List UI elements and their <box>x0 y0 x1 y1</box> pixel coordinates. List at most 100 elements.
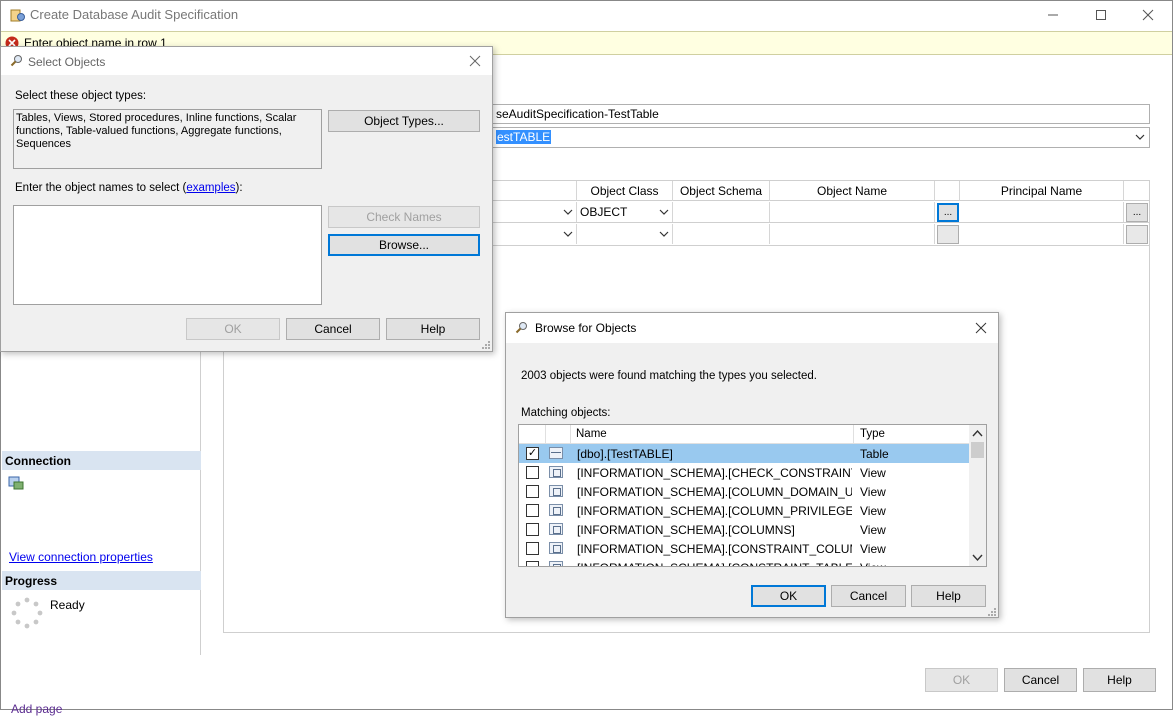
object-name-browse-button[interactable] <box>937 225 959 244</box>
list-item[interactable]: ✓ [dbo].[TestTABLE] Table <box>519 444 969 463</box>
grid-cell-object-class[interactable]: OBJECT <box>577 202 673 222</box>
close-icon[interactable] <box>469 55 483 69</box>
connection-section-header: Connection <box>2 451 201 470</box>
principal-browse-button[interactable] <box>1126 225 1148 244</box>
left-panel: Connection View connection properties Pr… <box>2 351 201 655</box>
list-header-type[interactable]: Type <box>854 425 969 444</box>
grid-cell-action[interactable] <box>482 202 577 222</box>
list-item-checkbox[interactable] <box>526 523 539 536</box>
object-class-value: OBJECT <box>580 205 628 219</box>
view-icon <box>549 504 563 516</box>
list-item[interactable]: [INFORMATION_SCHEMA].[CONSTRAINT_TABLE..… <box>519 558 969 566</box>
grid-row: OBJECT ... ... <box>482 202 1149 223</box>
browse-help-button[interactable]: Help <box>911 585 986 607</box>
examples-link[interactable]: examples <box>186 182 235 194</box>
object-names-label-suffix: ): <box>235 182 243 194</box>
main-title-bar: Create Database Audit Specification <box>1 1 1172 29</box>
view-icon <box>549 523 563 535</box>
object-types-value: Tables, Views, Stored procedures, Inline… <box>16 112 297 150</box>
list-item-name: [INFORMATION_SCHEMA].[CONSTRAINT_COLUM..… <box>577 542 852 556</box>
name-field[interactable]: seAuditSpecification-TestTable <box>481 104 1150 124</box>
grid-cell-object-schema[interactable] <box>673 224 770 244</box>
object-name-browse-button[interactable]: ... <box>937 203 959 222</box>
list-item-checkbox[interactable] <box>526 504 539 517</box>
grid-header-row: Object Class Object Schema Object Name P… <box>482 181 1149 201</box>
table-icon <box>549 447 563 459</box>
matching-objects-label: Matching objects: <box>521 407 611 419</box>
maximize-icon[interactable] <box>1089 5 1113 25</box>
grid-cell-object-schema[interactable] <box>673 202 770 222</box>
grid-header-principal-name: Principal Name <box>960 181 1124 201</box>
main-ok-button[interactable]: OK <box>925 668 998 692</box>
main-cancel-button[interactable]: Cancel <box>1004 668 1077 692</box>
scroll-up-icon[interactable] <box>971 427 984 440</box>
close-icon[interactable] <box>975 322 989 336</box>
list-item-type: View <box>860 485 886 499</box>
progress-header-label: Progress <box>5 574 58 588</box>
scroll-down-icon[interactable] <box>971 551 984 564</box>
view-connection-properties-link[interactable]: View connection properties <box>9 550 153 564</box>
browse-objects-title: Browse for Objects <box>535 321 637 335</box>
audit-dropdown-value: estTABLE <box>496 130 552 144</box>
list-item-checkbox[interactable] <box>526 466 539 479</box>
chevron-down-icon <box>560 224 576 244</box>
list-header-name[interactable]: Name <box>571 425 854 444</box>
resize-grip-icon[interactable] <box>987 606 997 616</box>
list-item-checkbox[interactable] <box>526 561 539 566</box>
matching-objects-list[interactable]: Name Type ✓ [dbo].[TestTABLE] Table [INFORM… <box>518 424 987 567</box>
list-item[interactable]: [INFORMATION_SCHEMA].[COLUMNS] View <box>519 520 969 539</box>
progress-section-header: Progress <box>2 571 201 590</box>
select-objects-title-bar: Select Objects <box>1 47 492 75</box>
resize-grip-icon[interactable] <box>481 339 491 349</box>
list-item-type: View <box>860 523 886 537</box>
browse-button[interactable]: Browse... <box>328 234 480 256</box>
list-item-name: [dbo].[TestTABLE] <box>577 447 673 461</box>
list-item-type: View <box>860 466 886 480</box>
audit-dropdown[interactable]: estTABLE <box>481 127 1150 148</box>
found-objects-text: 2003 objects were found matching the typ… <box>521 370 817 382</box>
list-item-checkbox[interactable]: ✓ <box>526 447 539 460</box>
main-help-button[interactable]: Help <box>1083 668 1156 692</box>
list-item-checkbox[interactable] <box>526 485 539 498</box>
view-icon <box>549 542 563 554</box>
audit-actions-grid: Object Class Object Schema Object Name P… <box>481 180 1150 246</box>
principal-browse-button[interactable]: ... <box>1126 203 1148 222</box>
grid-cell-principal-name[interactable] <box>960 224 1124 244</box>
list-item[interactable]: [INFORMATION_SCHEMA].[COLUMN_DOMAIN_US..… <box>519 482 969 501</box>
scroll-thumb[interactable] <box>971 442 984 458</box>
browse-cancel-button[interactable]: Cancel <box>831 585 906 607</box>
grid-header-object-schema: Object Schema <box>673 181 770 201</box>
select-objects-help-button[interactable]: Help <box>386 318 480 340</box>
list-header-icon-col <box>546 425 571 444</box>
minimize-icon[interactable] <box>1041 5 1065 25</box>
list-item[interactable]: [INFORMATION_SCHEMA].[CONSTRAINT_COLUM..… <box>519 539 969 558</box>
name-field-value: seAuditSpecification-TestTable <box>496 107 659 121</box>
chevron-down-icon <box>560 202 576 222</box>
list-scrollbar[interactable] <box>969 425 986 566</box>
list-item[interactable]: [INFORMATION_SCHEMA].[COLUMN_PRIVILEGES]… <box>519 501 969 520</box>
select-objects-ok-button[interactable]: OK <box>186 318 280 340</box>
object-names-input[interactable] <box>13 205 322 305</box>
list-item-type: View <box>860 542 886 556</box>
object-types-button[interactable]: Object Types... <box>328 110 480 132</box>
view-icon <box>549 466 563 478</box>
database-audit-icon <box>9 7 25 23</box>
select-objects-cancel-button[interactable]: Cancel <box>286 318 380 340</box>
check-names-button[interactable]: Check Names <box>328 206 480 228</box>
chevron-down-icon <box>656 224 672 244</box>
grid-cell-object-name[interactable] <box>770 224 935 244</box>
browse-ok-button[interactable]: OK <box>751 585 826 607</box>
list-item-checkbox[interactable] <box>526 542 539 555</box>
grid-header-object-class: Object Class <box>577 181 673 201</box>
progress-spinner-icon <box>11 597 43 629</box>
add-page-cut-text: Add page <box>11 702 63 716</box>
grid-cell-object-class[interactable] <box>577 224 673 244</box>
view-icon <box>549 485 563 497</box>
grid-cell-object-name[interactable] <box>770 202 935 222</box>
server-connection-icon <box>8 475 24 491</box>
list-item[interactable]: [INFORMATION_SCHEMA].[CHECK_CONSTRAINTS]… <box>519 463 969 482</box>
browse-objects-title-bar: Browse for Objects <box>506 313 998 343</box>
grid-cell-action[interactable] <box>482 224 577 244</box>
close-icon[interactable] <box>1136 5 1160 25</box>
grid-cell-principal-name[interactable] <box>960 202 1124 222</box>
